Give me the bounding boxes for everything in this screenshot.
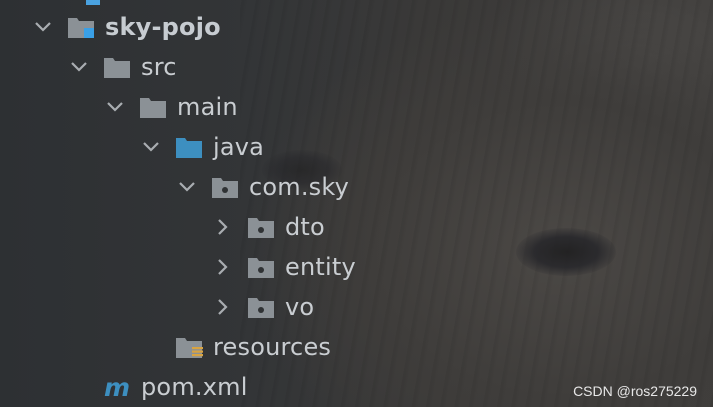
- watermark: CSDN @ros275229: [573, 383, 697, 399]
- chevron-down-icon[interactable]: [102, 94, 128, 120]
- tree-item-label: java: [213, 133, 265, 161]
- chevron-right-icon[interactable]: [210, 254, 236, 280]
- tree-item-label: dto: [285, 213, 325, 241]
- resources-folder-icon: [174, 334, 204, 360]
- chevron-down-icon[interactable]: [174, 174, 200, 200]
- tree-item-label: sky-pojo: [105, 13, 221, 41]
- chevron-right-icon[interactable]: [210, 214, 236, 240]
- tree-item-vo[interactable]: vo: [210, 288, 314, 326]
- tree-item-pom-xml[interactable]: m pom.xml: [102, 368, 248, 406]
- module-folder-icon: [66, 14, 96, 40]
- tree-item-com-sky[interactable]: com.sky: [174, 168, 349, 206]
- tree-item-src[interactable]: src: [66, 48, 177, 86]
- tree-item-label: entity: [285, 253, 356, 281]
- tree-item-entity[interactable]: entity: [210, 248, 356, 286]
- project-tree: sky-pojo src main java com.sky dto entit…: [0, 0, 713, 407]
- package-icon: [210, 174, 240, 200]
- tree-item-dto[interactable]: dto: [210, 208, 325, 246]
- tree-item-label: main: [177, 93, 238, 121]
- folder-icon: [102, 54, 132, 80]
- tree-item-label: pom.xml: [141, 373, 248, 401]
- svg-text:m: m: [104, 375, 130, 399]
- tree-item-label: resources: [213, 333, 332, 361]
- package-icon: [246, 254, 276, 280]
- package-icon: [246, 294, 276, 320]
- chevron-down-icon[interactable]: [138, 134, 164, 160]
- source-root-folder-icon: [174, 134, 204, 160]
- tree-item-label: vo: [285, 293, 315, 321]
- chevron-down-icon[interactable]: [66, 54, 92, 80]
- tree-item-sky-pojo[interactable]: sky-pojo: [30, 8, 221, 46]
- tree-item-label: com.sky: [249, 173, 350, 201]
- package-icon: [246, 214, 276, 240]
- maven-icon: m: [102, 374, 132, 400]
- chevron-right-icon[interactable]: [210, 294, 236, 320]
- tree-item-label: src: [141, 53, 177, 81]
- tree-item-resources[interactable]: resources: [174, 328, 331, 366]
- folder-icon: [138, 94, 168, 120]
- chevron-down-icon[interactable]: [30, 14, 56, 40]
- tree-item-java[interactable]: java: [138, 128, 264, 166]
- tree-item-main[interactable]: main: [102, 88, 238, 126]
